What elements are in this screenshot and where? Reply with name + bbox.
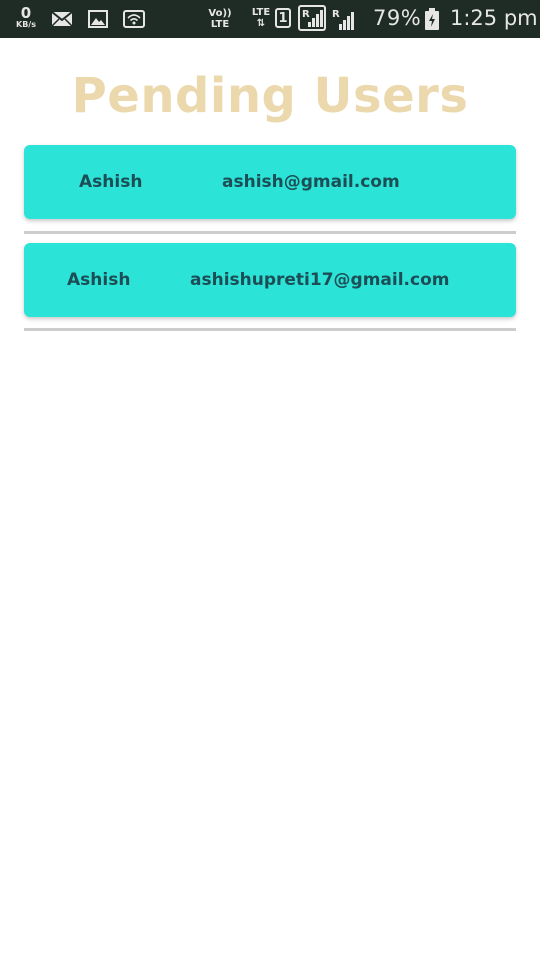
speed-unit: KB/s bbox=[16, 20, 36, 29]
battery-percent: 79% bbox=[373, 6, 422, 30]
user-email: ashishupreti17@gmail.com bbox=[190, 270, 450, 290]
user-name: Ashish bbox=[67, 270, 131, 290]
volte-indicator: Vo)) LTE bbox=[206, 8, 234, 30]
volte-lte-label: LTE bbox=[210, 19, 230, 30]
signal-secondary-icon: R bbox=[332, 6, 358, 32]
roaming-label-secondary: R bbox=[332, 9, 340, 20]
clock: 1:25 pm bbox=[450, 6, 538, 30]
speed-value: 0 bbox=[20, 4, 32, 22]
page-title: Pending Users bbox=[71, 68, 469, 124]
battery-charging-icon bbox=[424, 8, 440, 30]
lte-indicator: LTE ⇅ bbox=[248, 7, 274, 29]
network-speed: 0 KB/s bbox=[12, 6, 40, 29]
status-bar: 0 KB/s Vo)) LTE LTE ⇅ 1 R R 79% 1:25 pm bbox=[0, 0, 540, 38]
volte-label: Vo)) bbox=[208, 8, 232, 19]
hotspot-icon bbox=[123, 10, 145, 28]
lte-label: LTE bbox=[251, 7, 271, 18]
image-icon bbox=[87, 10, 109, 28]
divider bbox=[24, 231, 516, 234]
user-card[interactable]: Ashish ashish@gmail.com bbox=[24, 145, 516, 219]
user-name: Ashish bbox=[79, 172, 143, 192]
divider bbox=[24, 328, 516, 331]
signal-icon: R bbox=[298, 5, 326, 31]
user-card[interactable]: Ashish ashishupreti17@gmail.com bbox=[24, 243, 516, 317]
sim-slot-badge: 1 bbox=[275, 8, 291, 28]
roaming-label: R bbox=[302, 9, 310, 20]
user-email: ashish@gmail.com bbox=[222, 172, 400, 192]
mail-icon bbox=[51, 10, 73, 28]
data-arrows-icon: ⇅ bbox=[256, 18, 266, 29]
